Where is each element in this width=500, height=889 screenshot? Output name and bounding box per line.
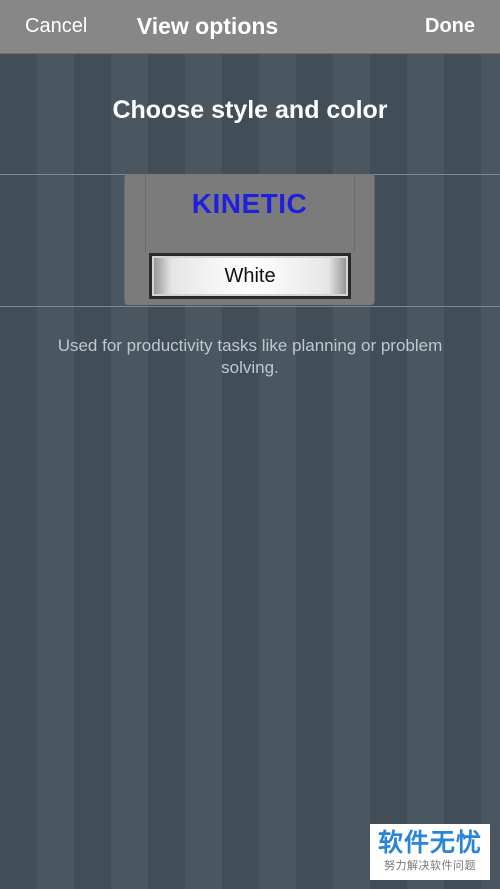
page-title: View options	[136, 13, 279, 39]
style-description: Used for productivity tasks like plannin…	[57, 336, 443, 377]
section-heading: Choose style and color	[112, 96, 388, 124]
watermark-title: 软件无忧	[377, 829, 482, 857]
done-button[interactable]: Done	[425, 0, 475, 53]
style-selector-card[interactable]: KINETIC White	[124, 174, 375, 305]
watermark-subtitle: 努力解决软件问题	[384, 860, 476, 872]
watermark-logo: 软件无忧 努力解决软件问题	[370, 824, 490, 880]
navigation-bar: Cancel View options Done	[0, 0, 500, 54]
divider-bottom	[0, 306, 500, 307]
color-selector-button[interactable]: White	[149, 253, 351, 299]
style-name-label: KINETIC	[191, 188, 308, 219]
